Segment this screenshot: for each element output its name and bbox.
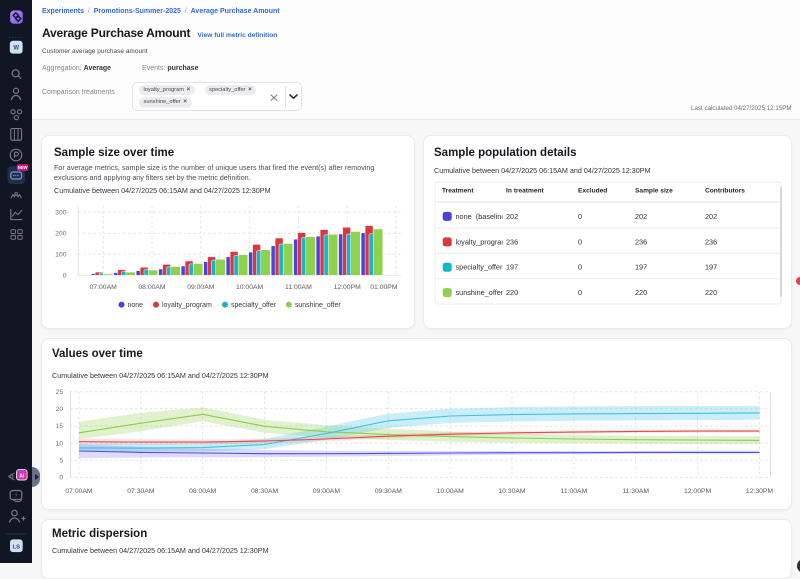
svg-text:236: 236 [635,237,647,246]
svg-text:08:30AM: 08:30AM [251,488,279,495]
svg-text:197: 197 [635,263,647,272]
svg-text:0: 0 [578,212,582,221]
svg-text:220: 220 [705,288,717,297]
svg-text:200: 200 [55,231,67,238]
svg-text:12:30PM: 12:30PM [746,488,774,495]
svg-text:300: 300 [55,209,67,216]
svg-text:loyalty_program: loyalty_program [162,302,212,309]
svg-text:10:00AM: 10:00AM [236,284,264,291]
svg-text:0: 0 [578,288,582,297]
svg-text:W: W [13,46,19,52]
svg-text:08:00AM: 08:00AM [189,488,217,495]
svg-text:220: 220 [635,288,647,297]
svg-text:25: 25 [56,389,64,396]
svg-text:none: none [128,302,144,309]
svg-text:0: 0 [578,237,582,246]
svg-text:0: 0 [63,273,67,280]
svg-text:07:00AM: 07:00AM [65,488,93,495]
svg-text:none (baseline): none (baseline) [456,212,508,221]
svg-text:12:00PM: 12:00PM [684,488,712,495]
svg-text:LS: LS [13,544,21,550]
svg-text:sunshine_offer: sunshine_offer [295,302,341,309]
svg-text:5: 5 [59,458,63,465]
svg-text:202: 202 [705,212,717,221]
svg-text:236: 236 [506,237,518,246]
svg-text:220: 220 [506,288,518,297]
svg-text:01:00PM: 01:00PM [370,284,398,291]
svg-text:specialty_offer: specialty_offer [456,263,503,272]
svg-text:Excluded: Excluded [578,188,607,195]
svg-text:09:00AM: 09:00AM [187,284,215,291]
svg-text:12:00PM: 12:00PM [334,284,362,291]
svg-text:10: 10 [56,440,64,447]
svg-text:specialty_offer: specialty_offer [231,302,277,309]
svg-text:100: 100 [55,252,67,259]
svg-text:236: 236 [705,237,717,246]
svg-text:202: 202 [635,212,647,221]
svg-text:197: 197 [705,263,717,272]
svg-text:15: 15 [56,423,64,430]
svg-text:07:00AM: 07:00AM [90,284,118,291]
svg-text:11:30AM: 11:30AM [622,488,649,495]
svg-text:Treatment: Treatment [442,188,474,195]
svg-text:0: 0 [59,475,63,482]
svg-text:AI: AI [19,473,25,479]
svg-text:sunshine_offer: sunshine_offer [456,288,504,297]
svg-text:09:30AM: 09:30AM [375,488,403,495]
svg-text:In treatment: In treatment [506,188,545,195]
svg-text:11:00AM: 11:00AM [285,284,312,291]
svg-text:08:00AM: 08:00AM [138,284,166,291]
svg-text:202: 202 [506,212,518,221]
svg-text:10:00AM: 10:00AM [437,488,465,495]
svg-text:0: 0 [578,263,582,272]
svg-text:10:30AM: 10:30AM [498,488,526,495]
svg-text:Sample size: Sample size [635,188,673,195]
svg-text:NEW: NEW [18,165,28,170]
svg-text:07:30AM: 07:30AM [127,488,155,495]
svg-text:09:00AM: 09:00AM [313,488,341,495]
svg-text:?: ? [15,494,18,500]
svg-text:11:00AM: 11:00AM [561,488,588,495]
svg-text:20: 20 [56,406,64,413]
svg-text:loyalty_program: loyalty_program [456,237,508,246]
svg-text:197: 197 [506,263,518,272]
svg-text:Contributors: Contributors [705,188,745,195]
